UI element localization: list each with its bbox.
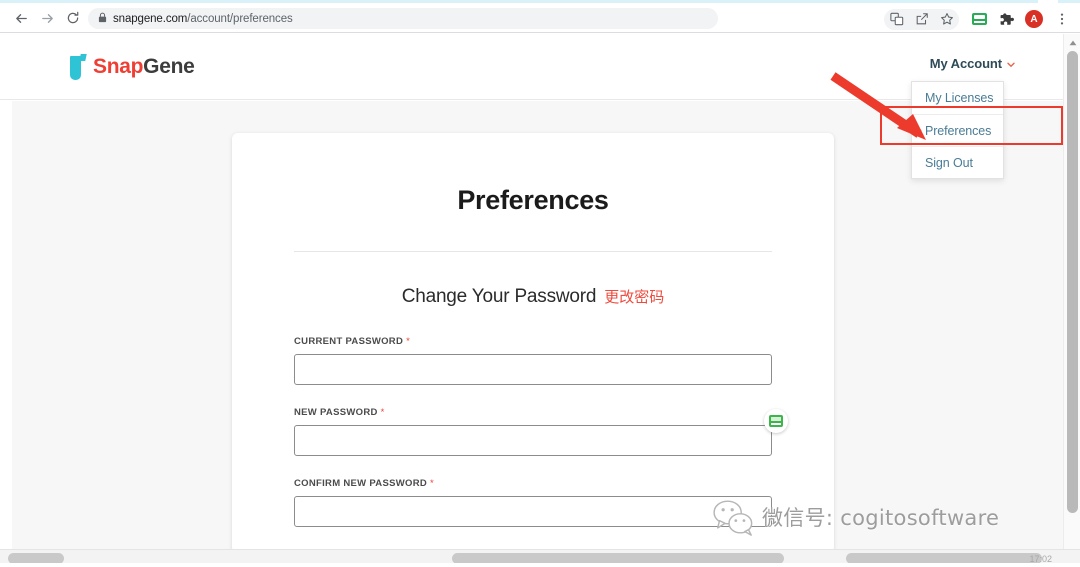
required-asterisk: *: [429, 478, 434, 489]
star-icon[interactable]: [934, 8, 959, 30]
required-asterisk: *: [380, 407, 385, 418]
scroll-up-arrow-icon[interactable]: [1064, 34, 1080, 51]
confirm-password-label-text: CONFIRM NEW PASSWORD: [294, 478, 428, 489]
my-account-menu-trigger[interactable]: My Account: [930, 56, 1015, 71]
back-arrow-icon[interactable]: [10, 7, 32, 29]
section-heading-annotation-cn: 更改密码: [604, 288, 665, 306]
new-password-input[interactable]: [294, 425, 772, 456]
dropdown-item-preferences[interactable]: Preferences: [912, 114, 1003, 146]
snapgene-logo[interactable]: SnapGene: [68, 52, 195, 82]
address-bar-text: snapgene.com/account/preferences: [113, 13, 293, 25]
logo-wordmark: SnapGene: [93, 55, 195, 79]
three-dot-menu-icon[interactable]: [1049, 8, 1074, 30]
toolbar-icon-pill-group: [884, 8, 959, 30]
vertical-scrollbar[interactable]: [1063, 34, 1080, 549]
new-password-label-text: NEW PASSWORD: [294, 407, 378, 418]
new-password-label: NEW PASSWORD *: [294, 407, 772, 418]
puzzle-piece-icon[interactable]: [994, 8, 1019, 30]
my-account-label: My Account: [929, 56, 1002, 71]
current-password-label-text: CURRENT PASSWORD: [294, 336, 404, 347]
new-password-wrap: [294, 409, 788, 456]
logo-gene-text: Gene: [143, 55, 195, 78]
forward-arrow-icon[interactable]: [36, 7, 58, 29]
confirm-password-label: CONFIRM NEW PASSWORD *: [294, 478, 772, 489]
translate-icon[interactable]: [884, 8, 909, 30]
required-asterisk: *: [406, 336, 411, 347]
password-manager-extension-icon[interactable]: [967, 8, 992, 30]
content-left-gutter: [0, 101, 12, 549]
section-heading-row: Change Your Password 更改密码: [232, 286, 834, 308]
site-header: SnapGene My Account: [0, 34, 1063, 100]
test-tube-icon: [68, 52, 87, 82]
page-title: Preferences: [457, 185, 609, 215]
title-divider: [294, 251, 772, 252]
share-icon[interactable]: [909, 8, 934, 30]
vertical-scrollbar-thumb[interactable]: [1067, 51, 1078, 513]
dropdown-item-sign-out[interactable]: Sign Out: [912, 146, 1003, 178]
current-password-label: CURRENT PASSWORD *: [294, 336, 772, 347]
chevron-down-icon: [1007, 60, 1015, 70]
field-group-confirm-password: CONFIRM NEW PASSWORD *: [294, 478, 772, 527]
logo-snap-text: Snap: [93, 55, 144, 78]
horizontal-scrollbar[interactable]: 17:02: [0, 549, 1080, 567]
section-heading: Change Your Password: [401, 286, 597, 307]
address-bar[interactable]: snapgene.com/account/preferences: [88, 8, 718, 29]
account-dropdown-menu[interactable]: My Licenses Preferences Sign Out: [911, 81, 1004, 179]
page-viewport: SnapGene My Account My Licenses Preferen…: [0, 34, 1080, 549]
field-group-current-password: CURRENT PASSWORD *: [294, 336, 772, 385]
password-manager-icon[interactable]: [764, 409, 788, 433]
browser-toolbar: snapgene.com/account/preferences A: [0, 3, 1080, 33]
confirm-password-input[interactable]: [294, 496, 772, 527]
url-path: /account/preferences: [187, 12, 293, 25]
current-password-input[interactable]: [294, 354, 772, 385]
toolbar-right-group: A: [884, 7, 1074, 31]
preferences-card: Preferences Change Your Password 更改密码 CU…: [232, 133, 834, 549]
current-password-wrap: [294, 354, 772, 385]
confirm-password-wrap: [294, 496, 772, 527]
reload-icon[interactable]: [62, 7, 84, 29]
field-group-new-password: NEW PASSWORD *: [294, 407, 788, 456]
url-domain: snapgene.com: [113, 12, 188, 25]
profile-avatar[interactable]: A: [1025, 10, 1043, 28]
lock-icon: [98, 12, 107, 25]
dropdown-item-my-licenses[interactable]: My Licenses: [912, 82, 1003, 114]
